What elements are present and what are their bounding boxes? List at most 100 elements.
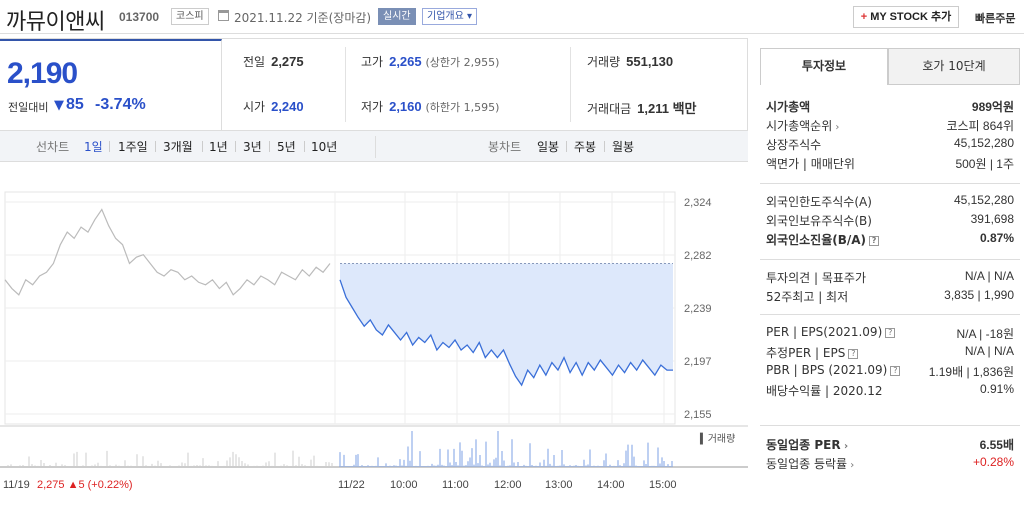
divider (570, 47, 571, 122)
tab-order-book[interactable]: 호가 10단계 (888, 48, 1020, 85)
invest-row-label-text: 시가총액 (766, 100, 811, 114)
invest-row-label-text: 52주최고 | 최저 (766, 290, 849, 304)
invest-row-label-text: 동일업종 등락률 (766, 457, 848, 471)
invest-row-label: 배당수익률 | 2020.12 (766, 382, 883, 399)
divider (760, 183, 1020, 184)
amount-stat: 거래대금 1,211 백만 (587, 98, 697, 117)
divider (375, 136, 376, 158)
invest-row-label-text: 외국인한도주식수(A) (766, 195, 872, 209)
add-mystock-button[interactable]: + MY STOCK 추가 (853, 6, 959, 28)
prev-day-summary: 2,275 ▲5 (+0.22%) (37, 479, 133, 491)
price-summary: 2,190 전일대비 ▼ 85 -3.74% 전일 2,275 시가 2,240 고… (0, 38, 748, 131)
below-prev-close-area (340, 263, 673, 386)
invest-row-value: 989억원 (971, 100, 1014, 114)
invest-row: 52주최고 | 최저 3,835 | 1,990 (766, 288, 1014, 306)
invest-row-label: 투자의견 | 목표주가 (766, 269, 866, 286)
help-icon[interactable]: ? (885, 327, 896, 338)
invest-info-panel: 투자정보 호가 10단계 시가총액 989억원 시가총액순위 › 코스피 864위 상장… (760, 48, 1020, 518)
tab-3year[interactable]: 3년 (243, 138, 262, 155)
invest-row-label: 외국인한도주식수(A) (766, 193, 872, 210)
invest-row-value: 500원 | 1주 (955, 157, 1014, 171)
invest-row-label-text: 상장주식수 (766, 138, 822, 152)
invest-row: 동일업종 등락률 › +0.28% (766, 455, 1014, 473)
invest-row: 추정PER | EPS? N/A | N/A (766, 344, 1014, 362)
period-tabs: 선차트 1일 1주일 3개월 1년 3년 5년 10년 봉차트 일봉 주봉 월봉 (0, 131, 748, 162)
divider (109, 141, 110, 152)
tab-weekly-candle[interactable]: 주봉 (574, 138, 596, 155)
invest-row-label-text: 동일업종 PER (766, 438, 841, 452)
help-icon[interactable]: ? (848, 348, 859, 359)
divider (604, 141, 605, 152)
invest-row: 상장주식수 45,152,280 (766, 136, 1014, 154)
help-icon[interactable]: ? (890, 365, 901, 376)
invest-row: 시가총액 989억원 (766, 98, 1014, 116)
invest-row-value: 45,152,280 (953, 193, 1014, 207)
line-chart-label: 선차트 (36, 140, 70, 154)
invest-row-value: 1.19배 | 1,836원 (928, 365, 1014, 379)
tab-3month[interactable]: 3개월 (163, 138, 193, 155)
invest-row-label-text: 배당수익률 | 2020.12 (766, 384, 883, 398)
invest-row: 배당수익률 | 2020.12 0.91% (766, 382, 1014, 400)
invest-row-label-text: PBR | BPS (2021.09) (766, 363, 888, 377)
chevron-right-icon[interactable]: › (847, 460, 854, 471)
x-tick-label: 13:00 (545, 479, 573, 491)
invest-row-value: 45,152,280 (953, 136, 1014, 150)
volume-label: ▍거래량 (699, 432, 735, 445)
invest-row-label: 시가총액순위 › (766, 117, 839, 134)
tab-1day[interactable]: 1일 (84, 138, 103, 155)
stock-name: 까뮤이앤씨 (6, 10, 105, 35)
x-tick-label: 11/22 (338, 479, 365, 491)
prev-day-line (4, 208, 331, 296)
invest-row: PBR | BPS (2021.09)? 1.19배 | 1,836원 (766, 363, 1014, 381)
stock-code: 013700 (119, 10, 160, 24)
invest-row-label-text: 액면가 | 매매단위 (766, 157, 855, 171)
amount-value: 1,211 백만 (637, 101, 697, 116)
invest-row-label-text: 시가총액순위 (766, 119, 833, 133)
tab-monthly-candle[interactable]: 월봉 (612, 138, 634, 155)
divider (269, 141, 270, 152)
y-tick-label: 2,197 (684, 356, 712, 368)
tab-daily-candle[interactable]: 일봉 (537, 138, 559, 155)
realtime-button[interactable]: 실시간 (378, 8, 416, 25)
add-mystock-label: MY STOCK 추가 (870, 11, 952, 23)
help-icon[interactable]: ? (869, 235, 880, 246)
divider (304, 141, 305, 152)
open-label: 시가 (243, 100, 266, 114)
invest-row-value: 6.55배 (979, 438, 1014, 452)
invest-row-label: 동일업종 PER › (766, 436, 848, 453)
tab-1year[interactable]: 1년 (209, 138, 228, 155)
open-value: 2,240 (271, 99, 304, 114)
chevron-right-icon[interactable]: › (832, 122, 839, 133)
tab-10year[interactable]: 10년 (311, 138, 337, 155)
volume-stat: 거래량 551,130 (587, 53, 673, 70)
intraday-chart[interactable]: 2,324 2,282 2,239 2,197 2,155 ▍거래량 11/19 11/22 1… (0, 162, 748, 518)
divider (760, 314, 1020, 315)
low-stat: 저가 2,160 (하한가 1,595) (361, 98, 499, 115)
invest-row-label-text: PER | EPS(2021.09) (766, 325, 883, 339)
invest-row: 동일업종 PER › 6.55배 (766, 436, 1014, 454)
chevron-right-icon[interactable]: › (841, 441, 848, 452)
invest-row: 액면가 | 매매단위 500원 | 1주 (766, 155, 1014, 173)
quick-order-link[interactable]: 빠른주문 (975, 10, 1015, 26)
current-price-panel: 2,190 전일대비 ▼ 85 -3.74% (0, 39, 222, 130)
invest-row-label: 동일업종 등락률 › (766, 455, 854, 472)
company-overview-dropdown[interactable]: 기업개요 ▾ (422, 8, 478, 25)
low-label: 저가 (361, 100, 384, 114)
divider (202, 141, 203, 152)
high-label: 고가 (361, 55, 384, 69)
tab-1week[interactable]: 1주일 (118, 138, 148, 155)
company-overview-label: 기업개요 (427, 11, 464, 22)
volume-label: 거래량 (587, 55, 621, 69)
y-tick-label: 2,239 (684, 303, 712, 315)
invest-row: 외국인보유주식수(B) 391,698 (766, 212, 1014, 230)
divider (235, 141, 236, 152)
current-price: 2,190 (7, 57, 78, 90)
invest-row-label: 액면가 | 매매단위 (766, 155, 855, 172)
prev-close-value: 2,275 (271, 54, 304, 69)
invest-row-label-text: 외국인보유주식수(B) (766, 214, 872, 228)
invest-row-value: N/A | -18원 (956, 327, 1014, 341)
tab-5year[interactable]: 5년 (277, 138, 296, 155)
tab-invest-info[interactable]: 투자정보 (760, 48, 888, 85)
divider (760, 259, 1020, 260)
invest-row-label: PBR | BPS (2021.09)? (766, 363, 901, 377)
